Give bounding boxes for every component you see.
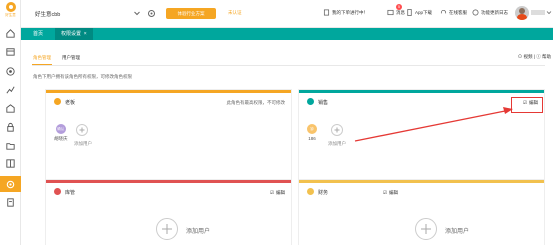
- subtab-role-management[interactable]: 角色管理: [33, 55, 51, 61]
- headset-icon: [440, 9, 447, 14]
- clipboard-icon: [323, 9, 330, 16]
- add-user-label: 添加用户: [328, 141, 346, 146]
- edit-icon: ☑: [269, 190, 274, 195]
- edit-icon: ☑: [383, 190, 388, 195]
- tab-bar: 首页 权限设置 ×: [21, 28, 553, 40]
- edit-label: 编辑: [276, 190, 285, 195]
- updates-link[interactable]: 功能更新日志: [472, 9, 508, 16]
- tab-permission-label: 权限设置: [61, 31, 82, 37]
- app-download-link[interactable]: App下载: [406, 9, 432, 16]
- messages-link[interactable]: 消息: [387, 9, 405, 16]
- logo-mark-icon: [5, 2, 16, 12]
- document-icon[interactable]: [5, 197, 16, 208]
- help-label: 帮助: [542, 54, 551, 59]
- target-icon[interactable]: [5, 66, 16, 77]
- add-user-button[interactable]: [331, 124, 343, 136]
- role-card-finance: 财务 ☑ 编辑 添加用户: [298, 179, 545, 245]
- phone-icon: [407, 9, 412, 16]
- subtab-user-management[interactable]: 用户管理: [62, 55, 80, 61]
- main-content: 角色管理 用户管理 ⊙ 视频 | ⓘ 帮助 角色下用户拥有该角色所有权限，可修改…: [21, 40, 553, 245]
- online-service-link[interactable]: 在线客服: [440, 9, 467, 16]
- todo-label: 我的下单进行中！: [332, 9, 368, 15]
- member-avatar: 钟: [307, 124, 317, 134]
- house-icon[interactable]: [5, 103, 16, 114]
- home-icon[interactable]: [5, 28, 16, 39]
- role-card-warehouse: 库管 ☑ 编辑 添加用户: [45, 179, 292, 245]
- help-link[interactable]: ⓘ 帮助: [536, 54, 551, 59]
- todo-link[interactable]: 我的下单进行中！: [323, 9, 368, 16]
- card-title: 老板: [65, 100, 76, 106]
- person-icon: [307, 98, 314, 105]
- card-note: 此角色有最高权限，不可修改: [226, 100, 286, 105]
- member-item[interactable]: 钟 186: [307, 124, 317, 141]
- add-user-button[interactable]: [156, 218, 178, 240]
- member-item[interactable]: 确认 胡晓庆: [54, 124, 68, 142]
- app-download-label: App下载: [415, 9, 433, 15]
- wallet-icon: [307, 188, 314, 195]
- card-title: 销售: [318, 100, 329, 106]
- tab-permission-settings[interactable]: 权限设置 ×: [55, 28, 93, 40]
- card-stripe: [299, 90, 544, 93]
- messages-label: 消息: [396, 9, 405, 15]
- card-title: 财务: [318, 190, 329, 196]
- chevron-down-icon[interactable]: [546, 9, 552, 16]
- help-links: ⊙ 视频 | ⓘ 帮助: [518, 54, 551, 60]
- user-name-redacted[interactable]: [531, 10, 545, 15]
- sidebar: 好生意: [0, 0, 21, 245]
- highlight-box: [511, 97, 543, 113]
- folder-icon[interactable]: [5, 140, 16, 151]
- grid-icon[interactable]: [5, 158, 16, 169]
- industry-solution-button[interactable]: 体验行业方案: [166, 8, 216, 19]
- add-user-button[interactable]: [76, 124, 88, 136]
- card-title: 库管: [65, 190, 76, 196]
- chart-icon[interactable]: [5, 84, 16, 95]
- member-name: 186: [308, 136, 316, 141]
- add-user-label: 添加用户: [186, 229, 211, 235]
- separator: |: [533, 54, 535, 59]
- box-icon: [54, 188, 61, 195]
- settings-icon[interactable]: [0, 176, 21, 192]
- close-icon[interactable]: ×: [82, 31, 87, 37]
- message-icon: [387, 9, 394, 16]
- edit-label: 编辑: [389, 190, 399, 195]
- card-stripe: [46, 90, 291, 93]
- company-name[interactable]: 好生意cbb: [35, 10, 60, 18]
- app-logo[interactable]: 好生意: [3, 2, 18, 20]
- card-stripe: [299, 180, 544, 183]
- add-user-label: 添加用户: [74, 141, 92, 146]
- top-bar: 好生意cbb 体验行业方案 未认证 我的下单进行中！ 消息 5 App下载 在线…: [21, 0, 553, 28]
- calendar-icon[interactable]: [5, 46, 16, 57]
- add-user-button[interactable]: [415, 218, 437, 240]
- chevron-down-icon[interactable]: [133, 9, 141, 17]
- unverified-link[interactable]: 未认证: [228, 10, 242, 16]
- role-description: 角色下用户拥有该角色所有权限，可修改角色权限: [33, 74, 132, 79]
- update-icon: [472, 9, 479, 16]
- online-service-label: 在线客服: [449, 9, 467, 15]
- member-name: 胡晓庆: [54, 136, 68, 141]
- crown-icon: [54, 98, 61, 105]
- add-user-label: 添加用户: [445, 229, 470, 235]
- edit-button[interactable]: ☑ 编辑: [383, 190, 398, 196]
- member-avatar: 确认: [55, 124, 66, 134]
- gear-icon[interactable]: [147, 9, 156, 18]
- lock-icon[interactable]: [5, 122, 16, 133]
- message-count-badge: 5: [396, 4, 402, 10]
- card-stripe: [46, 180, 291, 183]
- logo-text: 好生意: [5, 13, 16, 17]
- video-link[interactable]: ⊙ 视频: [518, 54, 533, 59]
- edit-button[interactable]: ☑ 编辑: [270, 190, 285, 196]
- video-label: 视频: [523, 54, 533, 59]
- subtab-divider: [32, 65, 545, 66]
- tab-home[interactable]: 首页: [33, 28, 43, 40]
- avatar[interactable]: [515, 6, 529, 20]
- updates-label: 功能更新日志: [481, 9, 508, 15]
